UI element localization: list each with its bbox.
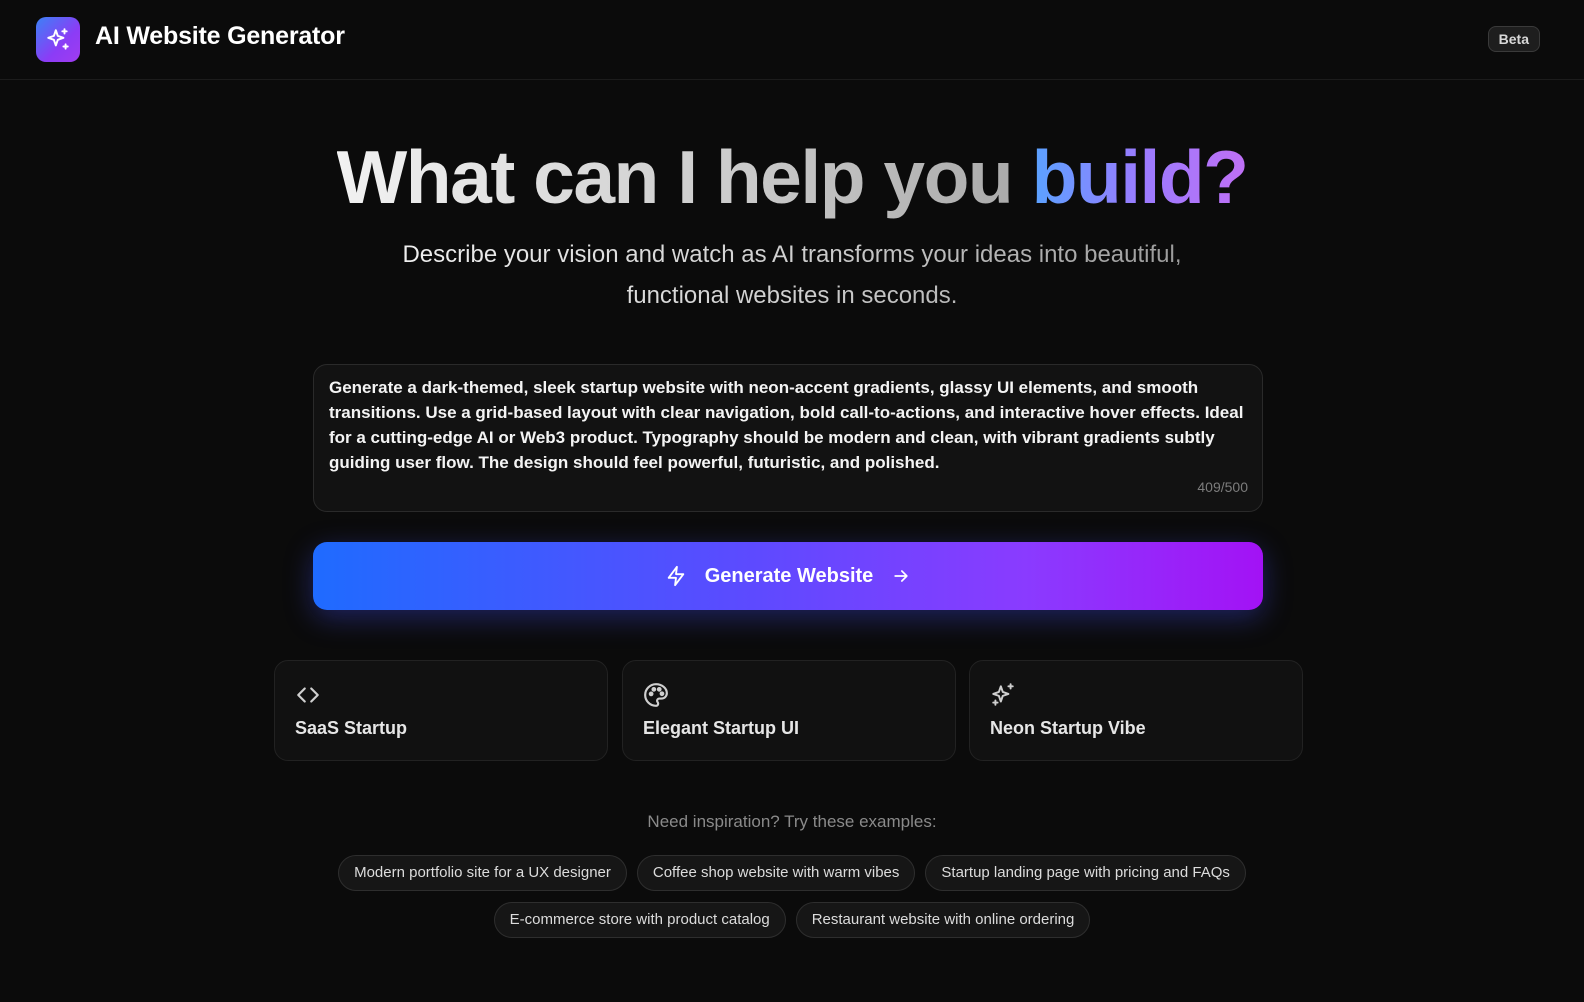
example-chip[interactable]: Restaurant website with online ordering — [795, 902, 1091, 938]
hero-title: What can I help you build? — [0, 132, 1584, 222]
example-chip[interactable]: E-commerce store with product catalog — [493, 902, 786, 938]
sparkles-icon — [47, 27, 69, 50]
arrow-right-icon — [894, 570, 908, 582]
sparkles-icon — [992, 683, 1014, 706]
top-header: AI Website Generator Beta — [0, 0, 1584, 80]
hero-title-accent: build? — [1031, 135, 1249, 219]
example-chips-row-2: E-commerce store with product catalog Re… — [0, 902, 1584, 938]
prompt-box: Generate a dark-themed, sleek startup we… — [313, 364, 1263, 512]
template-card-label: Elegant Startup UI — [643, 718, 800, 738]
generate-website-button[interactable]: Generate Website — [313, 542, 1263, 610]
beta-badge: Beta — [1487, 26, 1540, 52]
code-icon — [297, 687, 319, 703]
app-title: AI Website Generator — [95, 22, 345, 50]
template-card-label: Neon Startup Vibe — [990, 718, 1146, 738]
template-card-saas-startup[interactable]: SaaS Startup — [274, 660, 608, 761]
char-counter: 409/500 — [1197, 479, 1248, 495]
inspiration-heading: Need inspiration? Try these examples: — [647, 812, 937, 831]
hero-title-plain: What can I help you — [336, 135, 1032, 219]
example-chip[interactable]: Coffee shop website with warm vibes — [636, 855, 916, 891]
template-card-label: SaaS Startup — [295, 718, 408, 738]
template-card-elegant-startup-ui[interactable]: Elegant Startup UI — [622, 660, 956, 761]
lightning-icon — [667, 565, 684, 587]
app-logo — [36, 17, 80, 62]
example-chip[interactable]: Modern portfolio site for a UX designer — [338, 855, 627, 891]
example-chip[interactable]: Startup landing page with pricing and FA… — [925, 855, 1246, 891]
example-chips-row-1: Modern portfolio site for a UX designer … — [0, 855, 1584, 891]
palette-icon — [644, 683, 668, 707]
generate-button-label: Generate Website — [704, 564, 874, 587]
hero-subtitle: Describe your vision and watch as AI tra… — [392, 234, 1192, 316]
prompt-textarea[interactable]: Generate a dark-themed, sleek startup we… — [329, 375, 1249, 475]
template-card-neon-startup-vibe[interactable]: Neon Startup Vibe — [969, 660, 1303, 761]
